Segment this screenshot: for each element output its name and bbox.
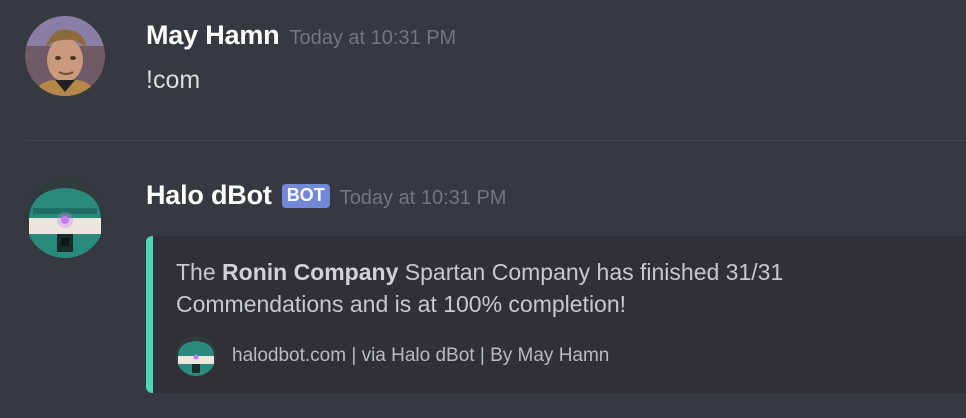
message-content: !com (146, 66, 201, 94)
embed-description: The Ronin Company Spartan Company has fi… (176, 256, 936, 320)
user-avatar-icon[interactable] (25, 16, 105, 96)
chat-messages: May Hamn Today at 10:31 PM !com Halo dBo… (0, 0, 966, 418)
timestamp: Today at 10:31 PM (339, 187, 507, 209)
message-embed: The Ronin Company Spartan Company has fi… (146, 236, 966, 393)
message-header: May Hamn Today at 10:31 PM (146, 20, 456, 51)
username[interactable]: Halo dBot (146, 180, 272, 211)
timestamp: Today at 10:31 PM (289, 27, 457, 49)
embed-accent-bar (146, 236, 153, 393)
username[interactable]: May Hamn (146, 20, 280, 51)
message-header: Halo dBot BOT Today at 10:31 PM (146, 180, 506, 211)
halo-helmet-icon (176, 336, 216, 376)
message-divider (25, 140, 966, 141)
embed-desc-bold: Ronin Company (222, 259, 399, 285)
message-group: May Hamn Today at 10:31 PM !com (0, 0, 966, 140)
bot-badge: BOT (281, 184, 330, 208)
embed-footer: halodbot.com | via Halo dBot | By May Ha… (176, 336, 609, 376)
embed-desc-rest: Spartan Company has finished 31/31 (398, 259, 784, 285)
embed-footer-text: halodbot.com | via Halo dBot | By May Ha… (232, 345, 610, 366)
message-group: Halo dBot BOT Today at 10:31 PM The Roni… (0, 160, 966, 418)
bot-avatar-icon[interactable] (25, 178, 105, 258)
embed-desc-prefix: The (176, 259, 223, 285)
embed-desc-line2: Commendations and is at 100% completion! (176, 291, 627, 317)
